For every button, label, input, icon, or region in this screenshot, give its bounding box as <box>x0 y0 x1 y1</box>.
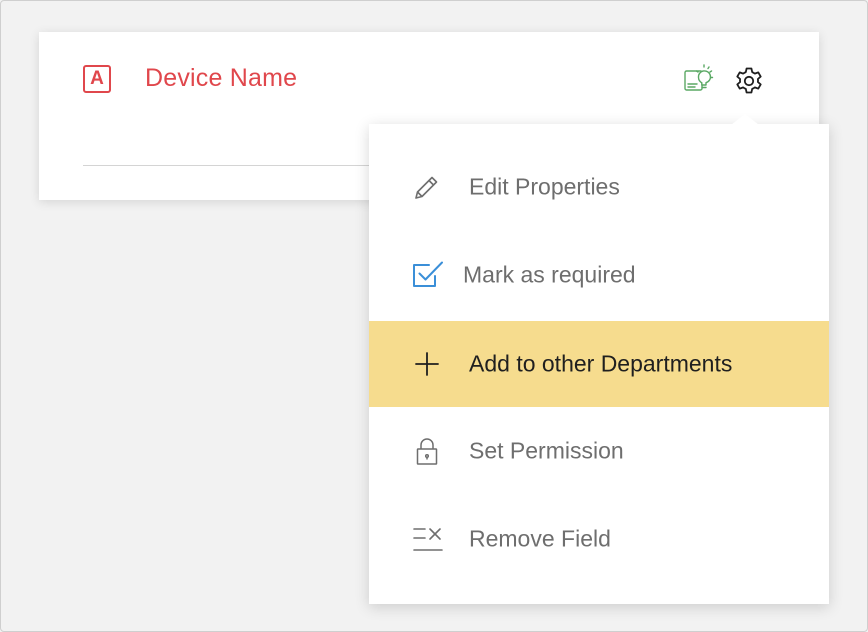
text-field-icon: A <box>83 65 111 93</box>
plus-icon <box>415 352 439 376</box>
menu-item-label: Mark as required <box>463 261 636 288</box>
menu-item-mark-required[interactable]: Mark as required <box>369 232 829 318</box>
field-input-line <box>83 165 383 166</box>
lock-icon <box>416 438 438 465</box>
menu-item-set-permission[interactable]: Set Permission <box>369 408 829 494</box>
menu-item-label: Set Permission <box>469 437 624 464</box>
checkbox-checked-icon <box>413 261 443 287</box>
pencil-icon <box>415 176 438 199</box>
field-settings-menu: Edit Properties Mark as required Add to … <box>369 114 829 604</box>
menu-item-label: Remove Field <box>469 525 611 552</box>
field-label[interactable]: Device Name <box>145 64 297 93</box>
menu-item-edit-properties[interactable]: Edit Properties <box>369 144 829 230</box>
menu-item-add-to-departments[interactable]: Add to other Departments <box>369 321 829 407</box>
app-frame: A Device Name Edit Properties Mark as re… <box>0 0 868 632</box>
lightbulb-hint-icon[interactable] <box>683 62 715 94</box>
menu-item-label: Add to other Departments <box>469 350 733 377</box>
menu-item-remove-field[interactable]: Remove Field <box>369 496 829 582</box>
menu-caret <box>731 114 759 125</box>
remove-field-icon <box>413 528 443 551</box>
menu-item-label: Edit Properties <box>469 173 620 200</box>
gear-icon[interactable] <box>733 65 765 97</box>
